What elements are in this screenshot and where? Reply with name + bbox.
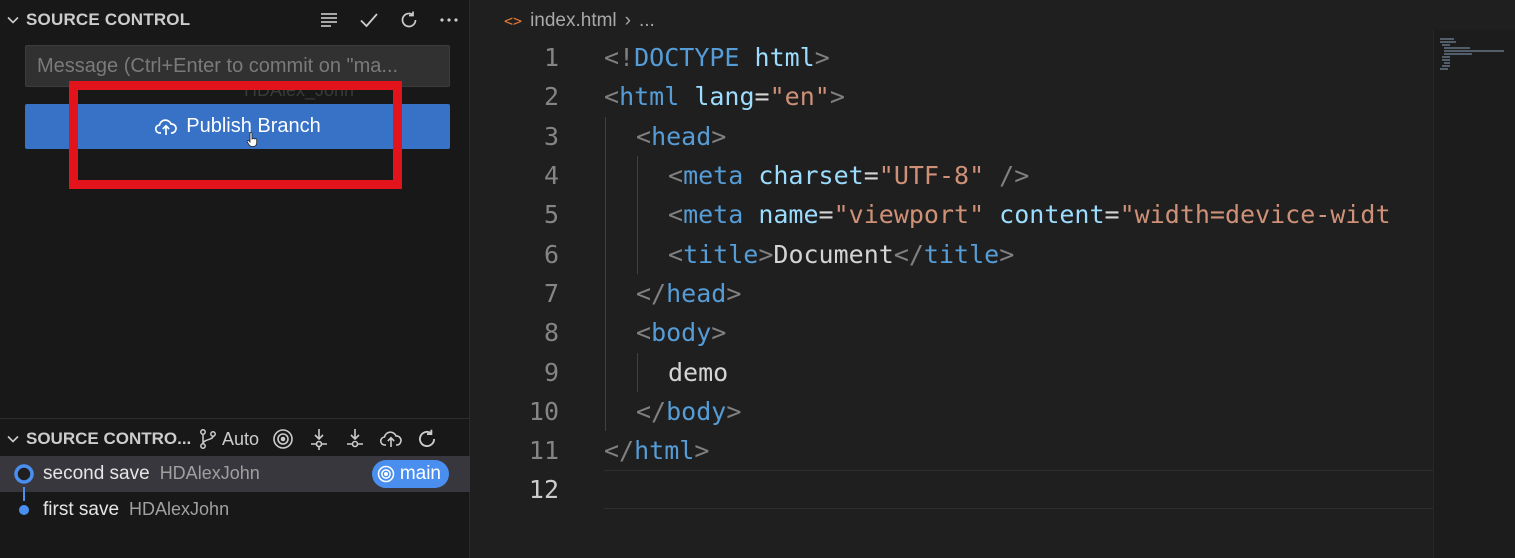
code-line: 6 <title>Document</title> (471, 234, 1431, 273)
commit-message-text: second save (43, 463, 150, 484)
target-icon (377, 465, 395, 483)
line-number: 4 (543, 161, 559, 191)
code-lines: 1 <!DOCTYPE html> 2 <html lang="en"> 3 <… (471, 38, 1431, 510)
code-line: 8 <body> (471, 313, 1431, 352)
fetch-icon[interactable] (307, 425, 331, 453)
code-text: <body> (636, 318, 727, 348)
minimap-line (1444, 47, 1470, 49)
branch-name: main (399, 463, 441, 484)
minimap-line (1442, 56, 1450, 58)
pull-icon[interactable] (343, 425, 367, 453)
minimap-line (1442, 44, 1450, 46)
more-actions-icon[interactable] (436, 7, 462, 33)
line-number-active: 12 (528, 475, 559, 505)
minimap[interactable] (1433, 30, 1515, 558)
commit-message-text: first save (43, 499, 120, 520)
auto-label: Auto (222, 428, 260, 449)
minimap-line (1440, 38, 1454, 40)
refresh-icon[interactable] (415, 425, 439, 453)
line-number: 8 (543, 318, 559, 348)
publish-branch-button[interactable]: Publish Branch (25, 104, 450, 149)
code-line: 9 demo (471, 352, 1431, 391)
commit-row[interactable]: second save HDAlexJohn main (0, 456, 470, 492)
commit-message: first save HDAlexJohn (43, 499, 229, 521)
commit-author: HDAlexJohn (159, 463, 260, 483)
minimap-line (1444, 62, 1450, 64)
commit-row[interactable]: first save HDAlexJohn (0, 492, 470, 528)
line-number: 3 (543, 121, 559, 151)
code-line: 7 </head> (471, 274, 1431, 313)
commit-node-icon (19, 505, 29, 515)
refresh-icon[interactable] (396, 7, 422, 33)
code-text: </body> (636, 396, 742, 426)
cloud-upload-icon (155, 118, 178, 135)
minimap-line (1444, 53, 1472, 55)
code-line: 4 <meta charset="UTF-8" /> (471, 156, 1431, 195)
minimap-line (1442, 59, 1450, 61)
line-number: 2 (543, 82, 559, 112)
code-line: 10 </body> (471, 392, 1431, 431)
source-control-actions (316, 0, 462, 40)
code-line: 3 <head> (471, 117, 1431, 156)
chevron-down-icon[interactable] (0, 0, 26, 40)
line-number: 6 (543, 239, 559, 269)
chevron-down-icon[interactable] (0, 419, 26, 459)
line-number: 1 (543, 43, 559, 73)
branch-badge[interactable]: main (371, 460, 449, 488)
view-as-tree-icon[interactable] (316, 7, 342, 33)
commit-message: second save HDAlexJohn (43, 463, 260, 485)
commit-author: HDAlexJohn (129, 499, 230, 519)
source-control-graph-header[interactable]: SOURCE CONTRO... Auto (0, 418, 470, 458)
minimap-line (1440, 68, 1448, 70)
code-editor[interactable]: <> index.html › ... 1 <!DOCTYPE html> 2 … (471, 0, 1515, 558)
code-text: <title>Document</title> (668, 239, 1015, 269)
code-text: </head> (636, 278, 742, 308)
chevron-right-icon: › (624, 10, 631, 31)
code-text: </html> (604, 436, 710, 466)
code-line: 12 (471, 470, 1431, 509)
commit-node-icon (14, 464, 34, 484)
line-number: 10 (528, 396, 559, 426)
minimap-line (1444, 50, 1504, 52)
minimap-line (1442, 65, 1450, 67)
graph-actions: Auto (196, 419, 439, 459)
html-file-icon: <> (504, 12, 523, 30)
breadcrumb[interactable]: <> index.html › ... (504, 8, 655, 34)
code-text: <head> (636, 121, 727, 151)
code-line: 5 <meta name="viewport" content="width=d… (471, 195, 1431, 234)
source-control-header[interactable]: SOURCE CONTROL (0, 0, 470, 40)
breadcrumb-file[interactable]: index.html (530, 10, 617, 32)
code-line: 11 </html> (471, 431, 1431, 470)
cloud-upload-icon[interactable] (379, 425, 403, 453)
commit-check-icon[interactable] (356, 7, 382, 33)
code-text: <meta name="viewport" content="width=dev… (668, 200, 1391, 230)
ghost-author-text: HDAlex_John (244, 80, 355, 100)
graph-title: SOURCE CONTRO... (26, 428, 192, 448)
line-number: 5 (543, 200, 559, 230)
line-number: 11 (528, 436, 559, 466)
breadcrumb-ellipsis[interactable]: ... (639, 10, 655, 32)
commit-message-input[interactable] (25, 45, 450, 87)
hand-cursor-icon (246, 132, 258, 147)
line-number: 9 (543, 357, 559, 387)
source-control-sidebar: SOURCE CONTROL HDAlex_John Publish Branc… (0, 0, 470, 558)
code-text: <!DOCTYPE html> (604, 43, 830, 73)
target-icon[interactable] (271, 425, 295, 453)
code-line: 1 <!DOCTYPE html> (471, 38, 1431, 77)
source-control-title: SOURCE CONTROL (26, 10, 191, 29)
line-number: 7 (543, 278, 559, 308)
git-branch-icon (200, 429, 216, 449)
code-line: 2 <html lang="en"> (471, 77, 1431, 116)
branch-auto-selector[interactable]: Auto (196, 425, 259, 453)
code-text: demo (668, 357, 729, 387)
code-text: <html lang="en"> (604, 82, 845, 112)
minimap-line (1440, 41, 1456, 43)
code-text: <meta charset="UTF-8" /> (668, 161, 1030, 191)
